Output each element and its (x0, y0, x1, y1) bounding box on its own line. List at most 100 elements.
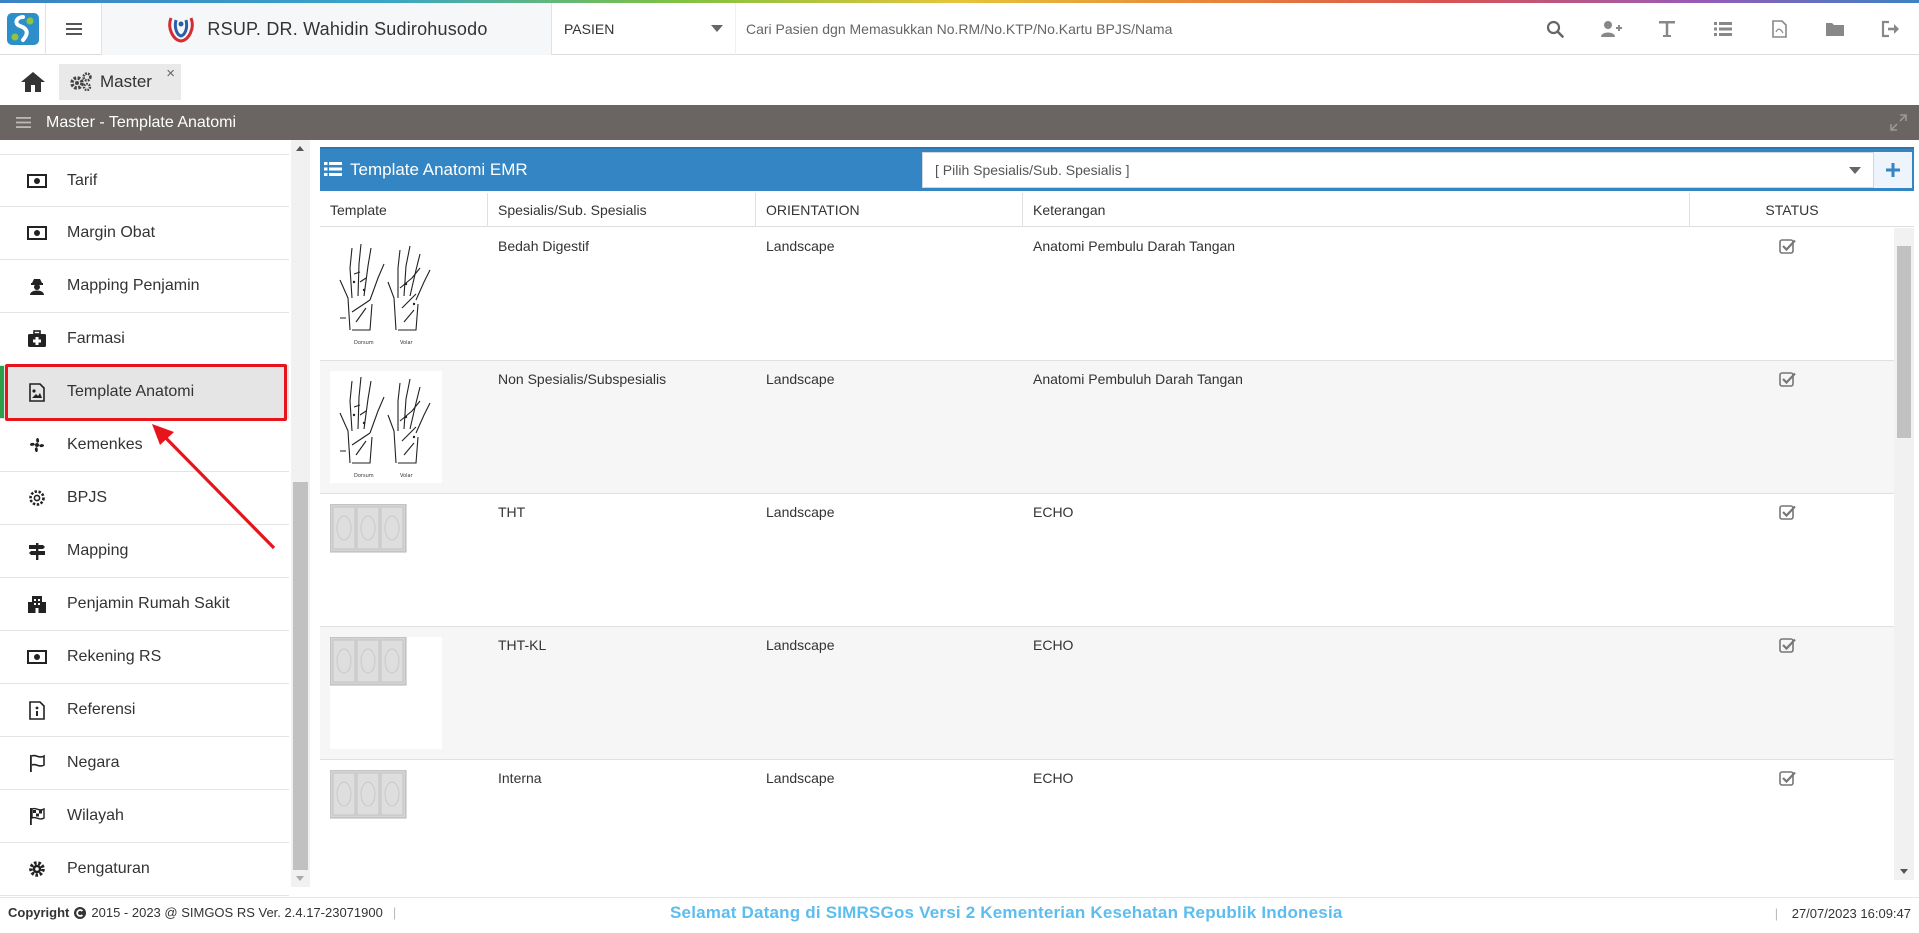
search-button[interactable] (1527, 3, 1583, 55)
hospital-name: RSUP. DR. Wahidin Sudirohusodo (207, 18, 488, 39)
sidebar-item-wilayah[interactable]: Wilayah (0, 790, 289, 843)
template-cell: Dorsum Volar (320, 361, 488, 494)
scrollbar-thumb[interactable] (1897, 246, 1911, 438)
sidebar-item-margin-obat[interactable]: Margin Obat (0, 207, 289, 260)
column-header-keterangan[interactable]: Keterangan (1023, 193, 1690, 227)
app-window: RSUP. DR. Wahidin Sudirohusodo PASIEN Ca… (0, 0, 1919, 933)
sidebar-item-pengaturan[interactable]: Pengaturan (0, 843, 289, 896)
sidebar-item-tarif[interactable]: Tarif (0, 154, 289, 207)
add-template-button[interactable] (1874, 152, 1912, 188)
list-icon (324, 161, 342, 182)
sidebar: Tarif Margin Obat Mapping Penjamin Farma… (0, 140, 290, 896)
checkered-flag-icon (26, 805, 48, 827)
column-header-spesialis[interactable]: Spesialis/Sub. Spesialis (488, 193, 756, 227)
scroll-up-icon[interactable] (296, 146, 304, 151)
sidebar-item-mapping[interactable]: Mapping (0, 525, 289, 578)
flag-icon (26, 752, 48, 774)
image-file-icon (26, 381, 48, 403)
tab-close-icon[interactable]: × (166, 65, 175, 82)
table-row[interactable]: Dorsum Volar Non Spesialis/Subspesialis Lan… (320, 361, 1894, 494)
welcome-marquee: Selamat Datang di SIMRSGos Versi 2 Kemen… (670, 903, 1343, 922)
patient-search-input[interactable] (746, 13, 1526, 45)
sidebar-item-bpjs[interactable]: BPJS (0, 472, 289, 525)
sidebar-item-farmasi[interactable]: Farmasi (0, 313, 289, 366)
checked-box-icon[interactable] (1778, 770, 1796, 787)
scroll-down-icon[interactable] (1900, 869, 1908, 874)
table-row[interactable]: Interna Landscape ECHO (320, 760, 1894, 880)
sidebar-item-negara[interactable]: Negara (0, 737, 289, 790)
sidebar-item-penjamin-rumah-sakit[interactable]: Penjamin Rumah Sakit (0, 578, 289, 631)
column-header-orientation[interactable]: ORIENTATION (756, 193, 1023, 227)
sidebar-item-label: Tarif (67, 171, 98, 189)
table-row[interactable]: Dorsum Volar Bedah Digestif Landscape Anatom… (320, 228, 1894, 361)
mode-select[interactable]: PASIEN (552, 3, 736, 55)
status-cell (1690, 760, 1894, 880)
home-tab[interactable] (12, 66, 54, 98)
list-button[interactable] (1695, 3, 1751, 55)
template-cell (320, 760, 488, 880)
checked-box-icon[interactable] (1778, 371, 1796, 388)
status-cell (1690, 627, 1894, 760)
spesialis-cell: Bedah Digestif (498, 238, 590, 254)
keterangan-cell: ECHO (1033, 504, 1074, 520)
caret-down-icon (1849, 167, 1861, 174)
template-grid: Dorsum Volar Bedah Digestif Landscape Anatom… (320, 228, 1894, 880)
echo-thumbnail-icon (330, 504, 442, 616)
logout-button[interactable] (1863, 3, 1919, 55)
text-icon (1659, 21, 1675, 37)
template-cell (320, 494, 488, 627)
footer-divider: | (392, 905, 397, 920)
plus-icon (1886, 163, 1900, 177)
sidebar-item-mapping-penjamin[interactable]: Mapping Penjamin (0, 260, 289, 313)
sidebar-item-referensi[interactable]: Referensi (0, 684, 289, 737)
hamburger-icon (65, 23, 82, 35)
sidebar-item-label: Pengaturan (67, 860, 150, 877)
anatomy-thumbnail-icon: Dorsum Volar (330, 238, 442, 350)
specialist-select[interactable]: [ Pilih Spesialis/Sub. Spesialis ] (922, 152, 1874, 188)
svg-text:Dorsum: Dorsum (354, 340, 374, 346)
page-title: Master - Template Anatomi (46, 113, 237, 131)
sidebar-item-label: Margin Obat (67, 224, 156, 241)
scrollbar-thumb[interactable] (293, 482, 308, 870)
tab-master[interactable]: Master × (59, 64, 181, 100)
panel-title: Template Anatomi EMR (350, 160, 528, 179)
tab-bar: Master × (0, 56, 1919, 105)
top-navbar: RSUP. DR. Wahidin Sudirohusodo PASIEN (0, 3, 1919, 55)
menu-toggle-button[interactable] (46, 3, 102, 55)
sidebar-item-rekening-rs[interactable]: Rekening RS (0, 631, 289, 684)
checked-box-icon[interactable] (1778, 637, 1796, 654)
mode-select-value: PASIEN (564, 21, 615, 37)
gear-icon (26, 858, 48, 880)
pdf-button[interactable] (1751, 3, 1807, 55)
checked-box-icon[interactable] (1778, 504, 1796, 521)
sidebar-item-label: Wilayah (67, 807, 124, 824)
text-button[interactable] (1639, 3, 1695, 55)
expand-icon[interactable] (1890, 114, 1907, 136)
table-row[interactable]: THT Landscape ECHO (320, 494, 1894, 627)
checked-box-icon[interactable] (1778, 238, 1796, 255)
sidebar-scrollbar[interactable] (291, 140, 310, 887)
column-header-template[interactable]: Template (320, 193, 488, 227)
page-menu-button[interactable] (0, 105, 46, 140)
sidebar-item-kemenkes[interactable]: Kemenkes (0, 419, 289, 472)
folder-button[interactable] (1807, 3, 1863, 55)
fan-icon (26, 434, 48, 456)
sidebar-item-template-anatomi[interactable]: Template Anatomi (0, 366, 289, 419)
specialist-select-value: [ Pilih Spesialis/Sub. Spesialis ] (935, 162, 1130, 178)
signpost-icon (26, 540, 48, 562)
table-row[interactable]: THT-KL Landscape ECHO (320, 627, 1894, 760)
money-icon (26, 170, 48, 192)
add-patient-button[interactable] (1583, 3, 1639, 55)
grid-scrollbar[interactable] (1894, 228, 1914, 880)
datetime-text: 27/07/2023 16:09:47 (1791, 906, 1911, 921)
spesialis-cell: Non Spesialis/Subspesialis (498, 371, 667, 387)
hospital-brand: RSUP. DR. Wahidin Sudirohusodo (102, 3, 552, 55)
scroll-down-icon[interactable] (296, 876, 304, 881)
app-logo[interactable] (0, 3, 46, 55)
footer: Copyright 2015 - 2023 @ SIMGOS RS Ver. 2… (0, 897, 1919, 927)
echo-thumbnail-icon (330, 770, 442, 880)
toolbar (1527, 3, 1919, 55)
sidebar-menu: Tarif Margin Obat Mapping Penjamin Farma… (0, 154, 289, 896)
column-header-status[interactable]: STATUS (1690, 193, 1894, 227)
app-logo-icon (6, 13, 39, 45)
